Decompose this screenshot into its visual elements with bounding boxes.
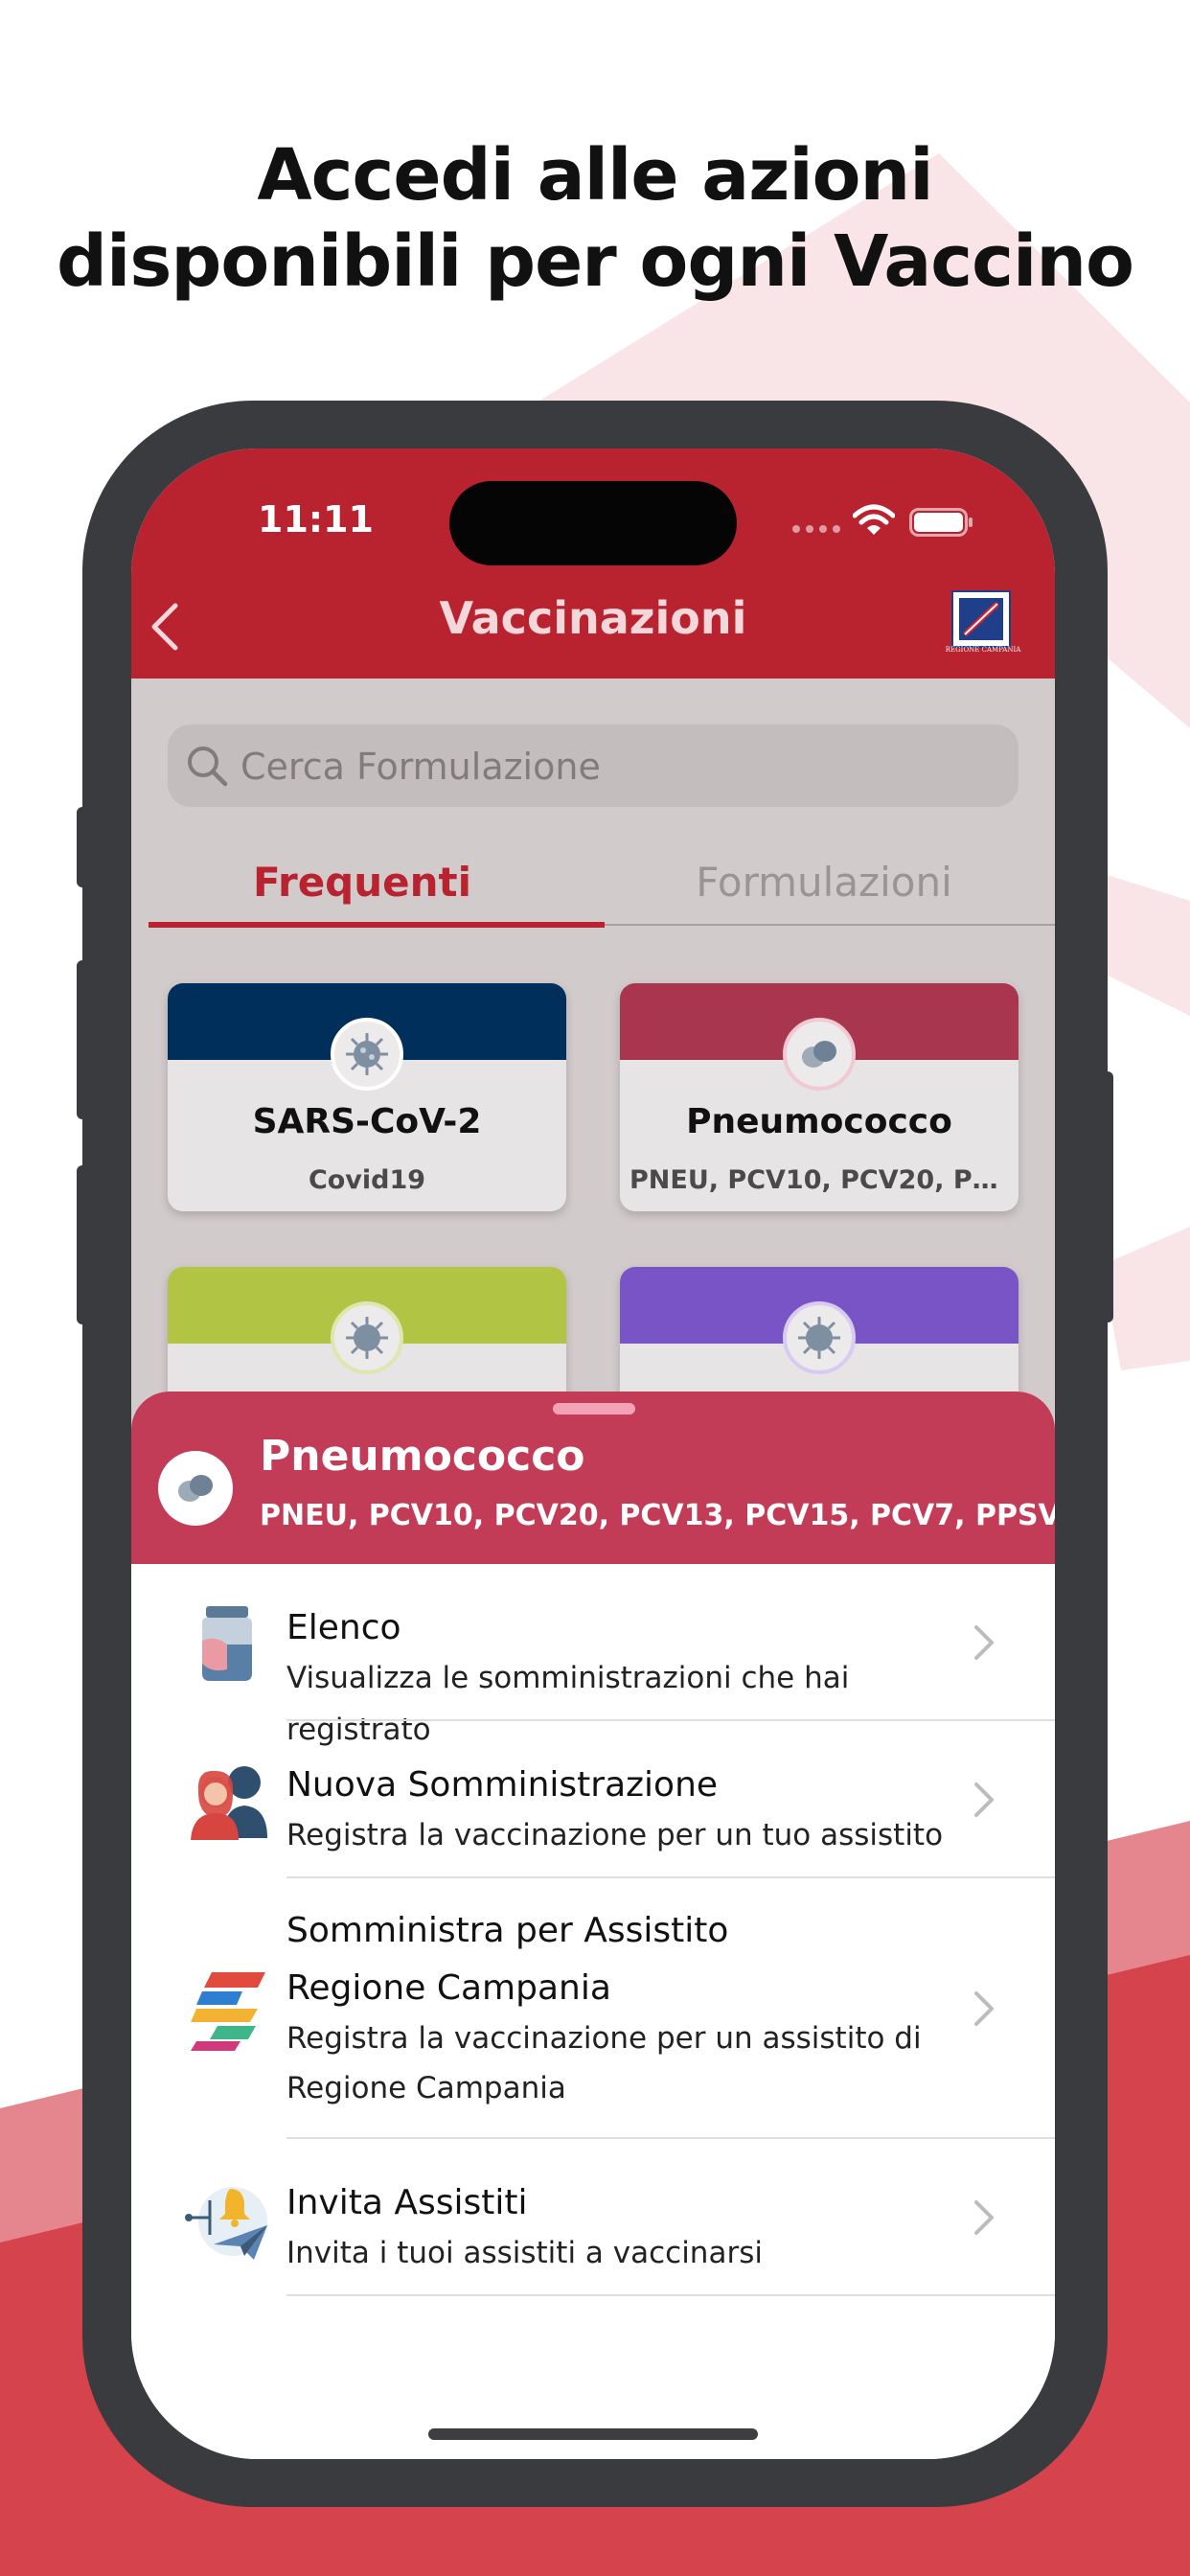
virus-icon [331,1018,403,1091]
regione-flag-icon [951,590,1011,648]
card-subtitle: Covid19 [308,1165,426,1195]
bacteria-icon [783,1018,856,1091]
vaccine-card-sars-cov-2[interactable]: SARS-CoV-2 Covid19 [168,983,566,1211]
phone-screen: 11:11 Vaccinazioni REGIONE CAMPANIA Freq… [131,448,1055,2459]
action-invita-assistiti[interactable]: Invita Assistiti Invita i tuoi assistiti… [131,2139,1055,2296]
chevron-right-icon [974,2200,994,2235]
virus-icon [783,1301,856,1374]
action-title-line-1: Somministra per Assistito [286,1911,729,1950]
wifi-icon [853,504,895,535]
action-title-line-2: Regione Campania [286,1968,611,2008]
row-divider [286,2294,1055,2296]
signal-dots-icon [792,525,840,533]
action-title: Nuova Somministrazione [286,1765,719,1805]
status-time: 11:11 [258,498,374,540]
vaccine-card-pneumococco[interactable]: Pneumococco PNEU, PCV10, PCV20, PCV1... [620,983,1018,1211]
action-description: Invita i tuoi assistiti a vaccinarsi [286,2236,763,2270]
card-subtitle: PNEU, PCV10, PCV20, PCV1... [629,1165,1009,1195]
tab-formulazioni[interactable]: Formulazioni [593,841,1055,924]
virus-icon [331,1301,403,1374]
card-title: SARS-CoV-2 [252,1102,482,1141]
search-input[interactable] [239,724,990,809]
regione-logo-text: REGIONE CAMPANIA [945,646,1021,654]
card-title: Pneumococco [686,1102,952,1141]
tab-frequenti[interactable]: Frequenti [131,841,593,924]
action-elenco[interactable]: Elenco Visualizza le somministrazioni ch… [131,1564,1055,1747]
chevron-right-icon [974,1625,994,1660]
people-icon [191,1766,267,1840]
invite-bell-icon [185,2187,267,2260]
sheet-drag-handle[interactable] [553,1403,635,1414]
chevron-right-icon [974,1782,994,1817]
dynamic-island [449,481,737,565]
regione-s-logo-icon [191,1972,265,2051]
headline-line-2: disponibili per ogni Vaccino [57,220,1134,303]
page-title: Vaccinazioni [439,592,747,644]
vaccine-vial-icon [202,1606,252,1681]
home-indicator[interactable] [428,2428,758,2440]
sheet-title: Pneumococco [260,1432,585,1481]
action-description-line-1: Registra la vaccinazione per un assistit… [286,2021,922,2056]
action-sheet: Pneumococco PNEU, PCV10, PCV20, PCV13, P… [131,1392,1055,2459]
battery-icon [909,508,973,537]
tab-active-indicator [149,922,605,928]
action-somministra-assistito-regione[interactable]: Somministra per Assistito Regione Campan… [131,1878,1055,2139]
sheet-subtitle: PNEU, PCV10, PCV20, PCV13, PCV15, PCV7, … [260,1499,1055,1532]
tab-divider [605,924,1055,926]
headline-line-1: Accedi alle azioni [257,134,933,217]
action-description-line-2: Regione Campania [286,2071,566,2105]
headline: Accedi alle azioni disponibili per ogni … [0,132,1190,305]
chevron-right-icon [974,1991,994,2026]
action-description: Registra la vaccinazione per un tuo assi… [286,1818,944,1852]
search-bar[interactable] [168,724,1018,809]
regione-campania-logo: REGIONE CAMPANIA [946,590,1020,659]
action-title: Elenco [286,1608,401,1647]
bacteria-icon [158,1451,233,1526]
action-title: Invita Assistiti [286,2183,528,2222]
search-icon [188,747,228,787]
action-nuova-somministrazione[interactable]: Nuova Somministrazione Registra la vacci… [131,1721,1055,1878]
